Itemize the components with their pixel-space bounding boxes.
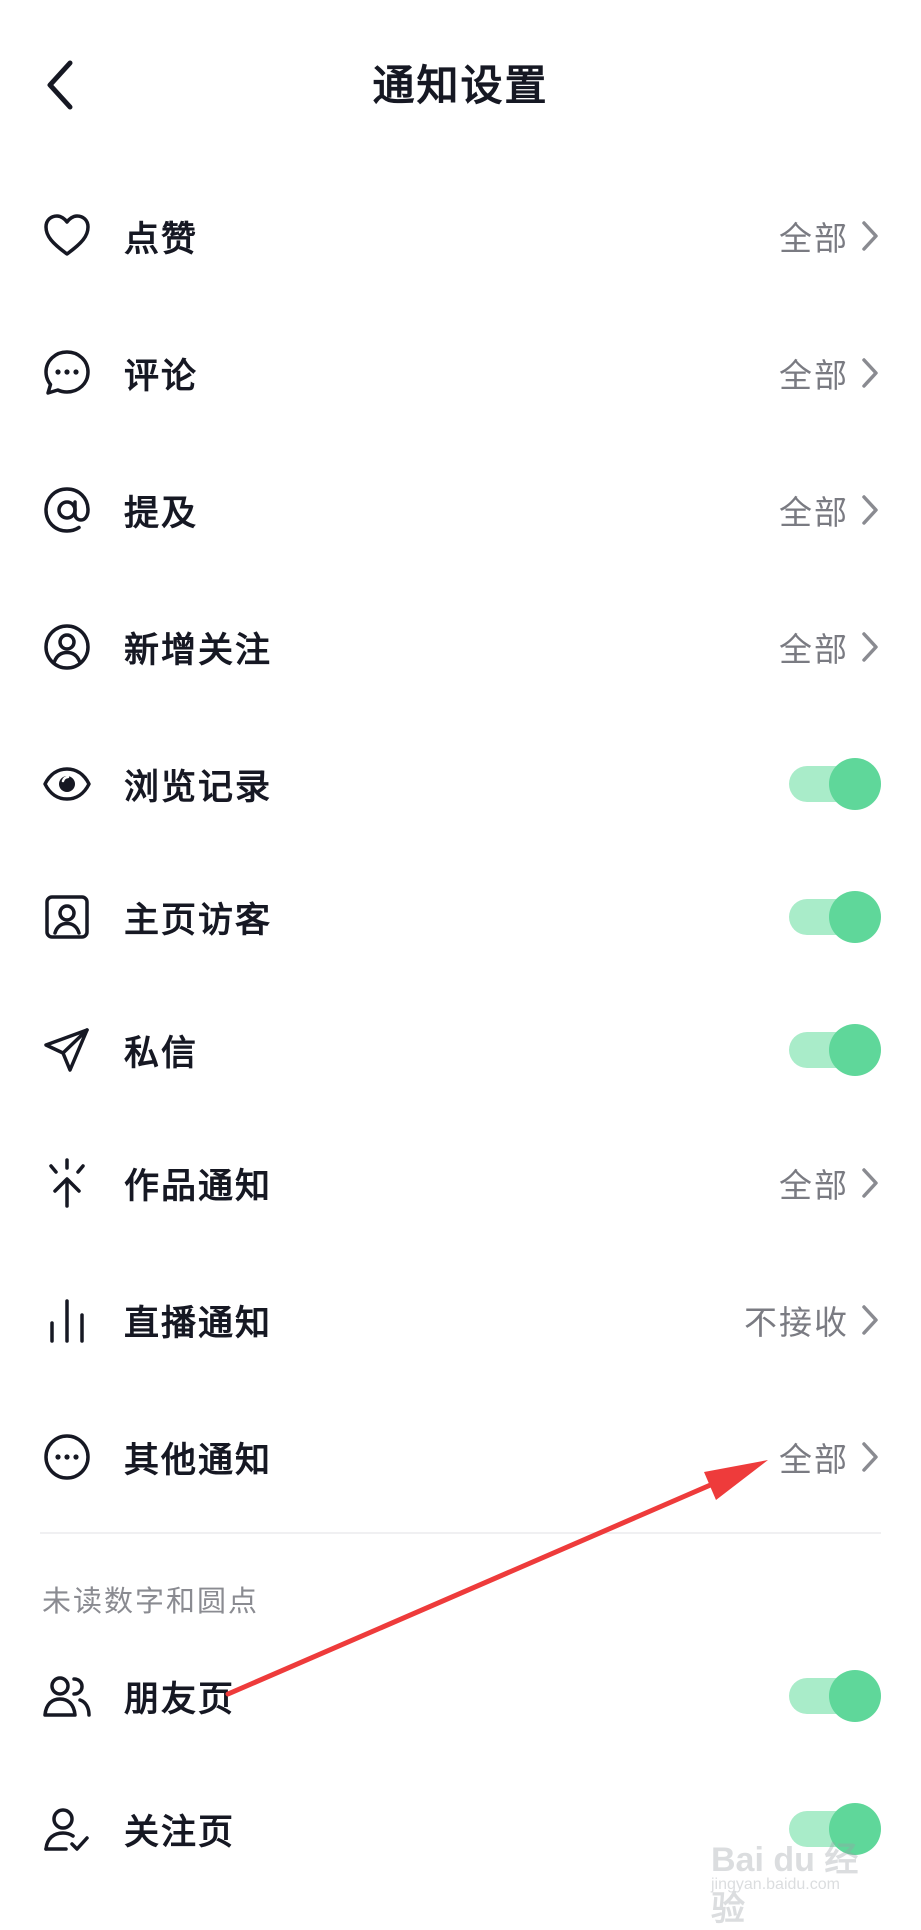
- chevron-right-icon: [859, 1300, 881, 1340]
- section-title: 未读数字和圆点: [42, 1584, 260, 1618]
- toggle-switch[interactable]: [789, 758, 881, 810]
- user-check-icon: [40, 1802, 94, 1856]
- setting-label: 新增关注: [124, 630, 273, 671]
- page-title: 通知设置: [372, 61, 549, 110]
- setting-value: 全部: [779, 356, 849, 395]
- watermark-sub: jingyan.baidu.com: [711, 1876, 840, 1893]
- heart-icon: [40, 209, 94, 263]
- user-circle-icon: [40, 620, 94, 674]
- setting-label: 私信: [124, 1033, 199, 1074]
- watermark-logo: Bai du 经验 jingyan.baidu.com: [711, 1820, 881, 1928]
- setting-label: 点赞: [124, 219, 199, 260]
- setting-label: 作品通知: [124, 1166, 273, 1207]
- setting-label: 直播通知: [124, 1303, 273, 1344]
- toggle-switch[interactable]: [789, 1670, 881, 1722]
- setting-label: 评论: [124, 356, 199, 397]
- setting-row-works-notifications[interactable]: 作品通知 全部: [0, 1133, 921, 1233]
- setting-label: 主页访客: [124, 900, 273, 941]
- at-sign-icon: [40, 483, 94, 537]
- send-icon: [40, 1023, 94, 1077]
- toggle-knob: [829, 1024, 881, 1076]
- setting-value: 全部: [779, 1440, 849, 1479]
- setting-value: 全部: [779, 630, 849, 669]
- bars-icon: [40, 1293, 94, 1347]
- more-circle-icon: [40, 1430, 94, 1484]
- header: 通知设置: [0, 0, 921, 170]
- chevron-right-icon: [859, 216, 881, 256]
- friends-icon: [40, 1669, 94, 1723]
- setting-row-direct-messages: 私信: [0, 1000, 921, 1100]
- setting-row-view-history: 浏览记录: [0, 734, 921, 834]
- toggle-switch[interactable]: [789, 891, 881, 943]
- toggle-switch[interactable]: [789, 1024, 881, 1076]
- toggle-knob: [829, 1670, 881, 1722]
- setting-row-new-followers[interactable]: 新增关注 全部: [0, 597, 921, 697]
- setting-label: 朋友页: [124, 1679, 236, 1720]
- toggle-knob: [829, 891, 881, 943]
- setting-label: 浏览记录: [124, 767, 273, 808]
- chevron-right-icon: [859, 627, 881, 667]
- setting-label: 关注页: [124, 1812, 236, 1853]
- chevron-right-icon: [859, 1437, 881, 1477]
- setting-row-comments[interactable]: 评论 全部: [0, 323, 921, 423]
- profile-card-icon: [40, 890, 94, 944]
- setting-row-mentions[interactable]: 提及 全部: [0, 460, 921, 560]
- toggle-knob: [829, 758, 881, 810]
- setting-row-other-notifications[interactable]: 其他通知 全部: [0, 1407, 921, 1507]
- setting-value: 不接收: [744, 1303, 849, 1342]
- setting-row-likes[interactable]: 点赞 全部: [0, 186, 921, 286]
- chevron-right-icon: [859, 353, 881, 393]
- unread-row-friends-page: 朋友页: [0, 1646, 921, 1746]
- section-divider: [40, 1532, 881, 1534]
- setting-value: 全部: [779, 493, 849, 532]
- chevron-right-icon: [859, 490, 881, 530]
- setting-row-profile-visitors: 主页访客: [0, 867, 921, 967]
- setting-value: 全部: [779, 1166, 849, 1205]
- comment-bubble-icon: [40, 346, 94, 400]
- setting-label: 其他通知: [124, 1440, 273, 1481]
- eye-icon: [40, 757, 94, 811]
- sparkle-arrow-icon: [40, 1156, 94, 1210]
- chevron-right-icon: [859, 1163, 881, 1203]
- setting-row-live-notifications[interactable]: 直播通知 不接收: [0, 1270, 921, 1370]
- setting-value: 全部: [779, 219, 849, 258]
- setting-label: 提及: [124, 493, 199, 534]
